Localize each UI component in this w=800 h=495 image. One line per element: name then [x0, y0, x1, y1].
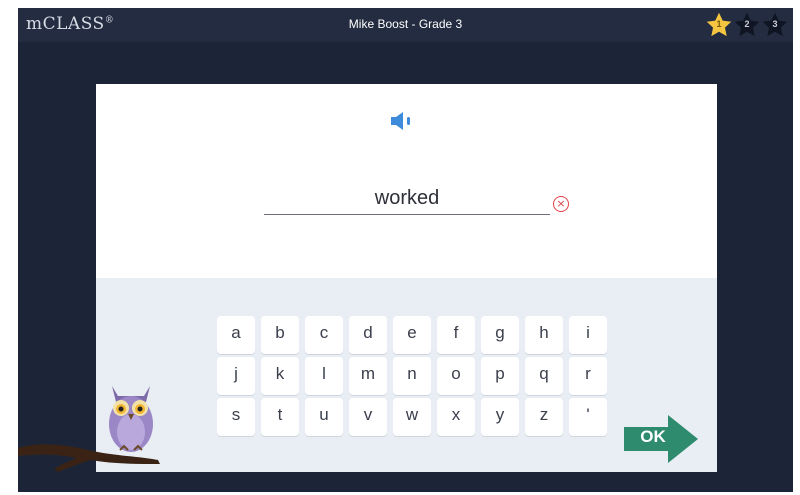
key-y[interactable]: y: [481, 398, 519, 436]
key-f[interactable]: f: [437, 316, 475, 354]
key-k[interactable]: k: [261, 357, 299, 395]
star-2-number: 2: [744, 19, 750, 29]
key-j[interactable]: j: [217, 357, 255, 395]
star-progress: 1 2 3: [705, 11, 789, 39]
key-u[interactable]: u: [305, 398, 343, 436]
key-o[interactable]: o: [437, 357, 475, 395]
session-title: Mike Boost - Grade 3: [348, 17, 463, 31]
star-3-number: 3: [772, 19, 778, 29]
key-r[interactable]: r: [569, 357, 607, 395]
activity-card: worked × a b c d e f g h i j k l m n o p q r s t u v w x y z ': [96, 84, 717, 472]
key-d[interactable]: d: [349, 316, 387, 354]
star-2-icon: 2: [733, 11, 761, 39]
key-apostrophe[interactable]: ': [569, 398, 607, 436]
key-q[interactable]: q: [525, 357, 563, 395]
key-m[interactable]: m: [349, 357, 387, 395]
owl-mascot-icon: [109, 386, 153, 452]
key-a[interactable]: a: [217, 316, 255, 354]
answer-field[interactable]: worked: [264, 186, 550, 215]
key-e[interactable]: e: [393, 316, 431, 354]
key-z[interactable]: z: [525, 398, 563, 436]
star-1-icon: 1: [705, 11, 733, 39]
app-frame: mCLASS® Mike Boost - Grade 3 1 2 3 wo r k e: [18, 8, 793, 492]
ok-button[interactable]: OK: [624, 415, 698, 463]
key-b[interactable]: b: [261, 316, 299, 354]
key-g[interactable]: g: [481, 316, 519, 354]
key-i[interactable]: i: [569, 316, 607, 354]
key-t[interactable]: t: [261, 398, 299, 436]
key-h[interactable]: h: [525, 316, 563, 354]
key-s[interactable]: s: [217, 398, 255, 436]
clear-icon[interactable]: ×: [553, 196, 569, 212]
key-w[interactable]: w: [393, 398, 431, 436]
key-p[interactable]: p: [481, 357, 519, 395]
speaker-icon[interactable]: [389, 110, 415, 132]
key-c[interactable]: c: [305, 316, 343, 354]
key-v[interactable]: v: [349, 398, 387, 436]
ok-label: OK: [640, 427, 666, 446]
star-3-icon: 3: [761, 11, 789, 39]
key-l[interactable]: l: [305, 357, 343, 395]
star-1-number: 1: [716, 19, 722, 29]
key-x[interactable]: x: [437, 398, 475, 436]
key-n[interactable]: n: [393, 357, 431, 395]
top-bar: mCLASS® Mike Boost - Grade 3 1 2 3: [18, 8, 793, 42]
